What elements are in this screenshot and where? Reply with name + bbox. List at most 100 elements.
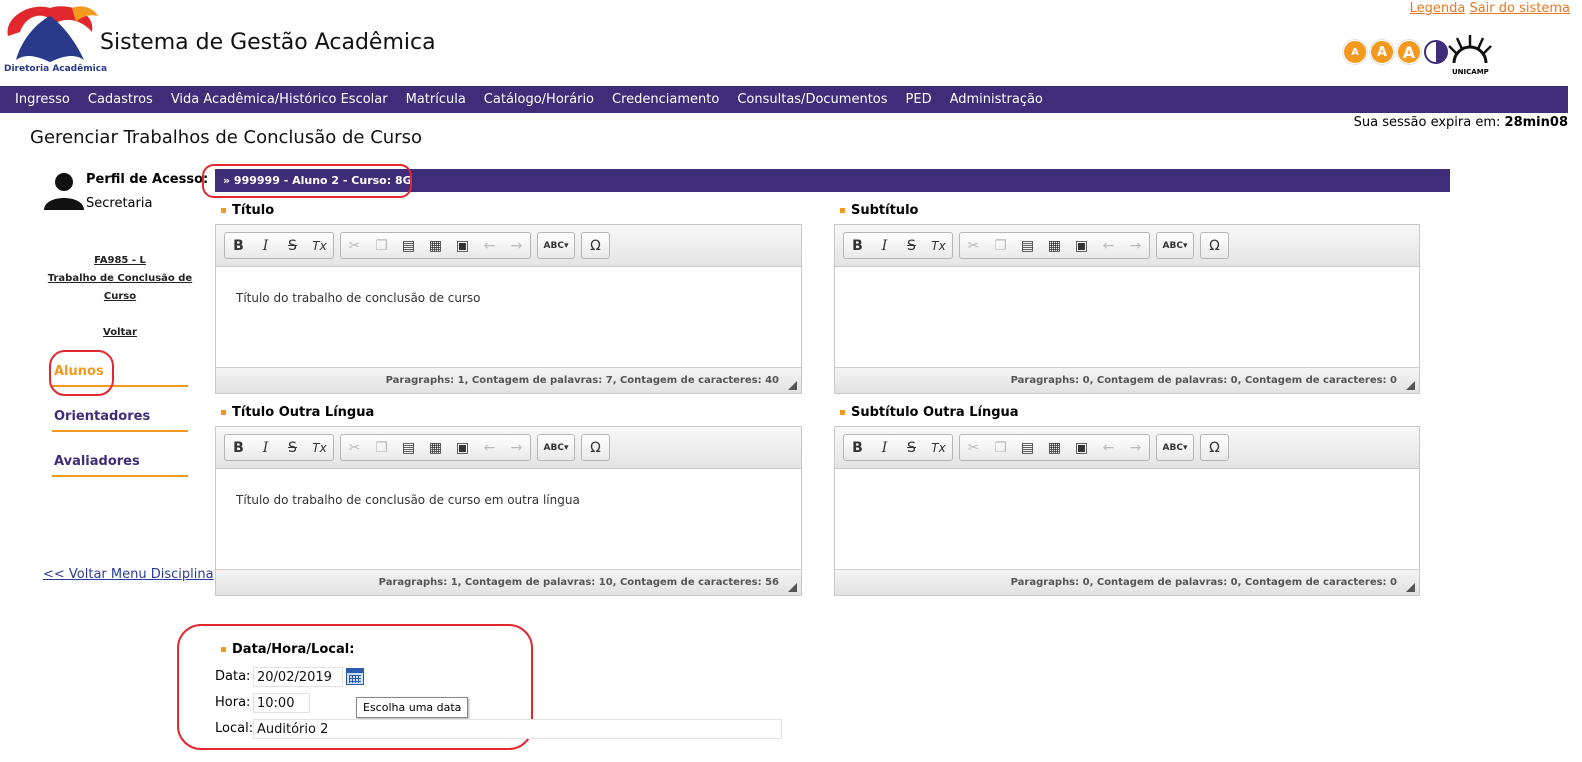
- resize-handle-icon[interactable]: [788, 381, 797, 390]
- session-timer: Sua sessão expira em: 28min08: [1354, 115, 1568, 130]
- paste-text-icon[interactable]: ▦: [1041, 435, 1068, 460]
- subtitulo-outra-label: Subtítulo Outra Língua: [840, 405, 1019, 420]
- calendar-icon[interactable]: [346, 668, 364, 685]
- sidebar-item-orientadores[interactable]: Orientadores: [52, 409, 188, 432]
- redo-icon[interactable]: →: [503, 435, 530, 460]
- subtitulo-content[interactable]: [835, 267, 1419, 367]
- spellcheck-button[interactable]: ABC▾: [538, 233, 574, 258]
- editor-toolbar: B I S Tx ✂ ❐ ▤ ▦ ▣ ← → ABC▾ Ω: [216, 225, 801, 267]
- cut-icon[interactable]: ✂: [960, 233, 987, 258]
- nav-credenciamento[interactable]: Credenciamento: [603, 92, 728, 107]
- paste-word-icon[interactable]: ▣: [1068, 435, 1095, 460]
- paste-word-icon[interactable]: ▣: [1068, 233, 1095, 258]
- clear-format-button[interactable]: Tx: [306, 435, 333, 460]
- bold-button[interactable]: B: [844, 233, 871, 258]
- strike-button[interactable]: S: [279, 233, 306, 258]
- strike-button[interactable]: S: [898, 435, 925, 460]
- strike-button[interactable]: S: [898, 233, 925, 258]
- legenda-link[interactable]: Legenda: [1410, 1, 1466, 16]
- titulo-outra-content[interactable]: Título do trabalho de conclusão de curso…: [216, 469, 801, 569]
- titulo-content[interactable]: Título do trabalho de conclusão de curso: [216, 267, 801, 367]
- italic-button[interactable]: I: [252, 435, 279, 460]
- paste-word-icon[interactable]: ▣: [449, 233, 476, 258]
- undo-icon[interactable]: ←: [1095, 435, 1122, 460]
- course-code-link[interactable]: FA985 - L: [42, 252, 198, 270]
- clear-format-button[interactable]: Tx: [306, 233, 333, 258]
- system-title: Sistema de Gestão Acadêmica: [100, 30, 436, 55]
- resize-handle-icon[interactable]: [1406, 381, 1415, 390]
- undo-icon[interactable]: ←: [1095, 233, 1122, 258]
- date-tooltip: Escolha uma data: [356, 697, 469, 718]
- resize-handle-icon[interactable]: [788, 583, 797, 592]
- bold-button[interactable]: B: [225, 435, 252, 460]
- copy-icon[interactable]: ❐: [368, 233, 395, 258]
- subtitulo-label: Subtítulo: [840, 203, 918, 218]
- redo-icon[interactable]: →: [1122, 435, 1149, 460]
- special-char-button[interactable]: Ω: [582, 435, 609, 460]
- spellcheck-button[interactable]: ABC▾: [1157, 233, 1193, 258]
- nav-matricula[interactable]: Matrícula: [397, 92, 475, 107]
- strike-button[interactable]: S: [279, 435, 306, 460]
- sair-link[interactable]: Sair do sistema: [1469, 1, 1570, 16]
- font-medium-button[interactable]: A: [1370, 40, 1394, 64]
- paste-icon[interactable]: ▤: [1014, 435, 1041, 460]
- perfil-value: Secretaria: [86, 196, 153, 211]
- unicamp-label: UNICAMP: [1452, 68, 1489, 76]
- special-char-button[interactable]: Ω: [582, 233, 609, 258]
- editor-toolbar: B I S Tx ✂ ❐ ▤ ▦ ▣ ← → ABC▾ Ω: [835, 225, 1419, 267]
- special-char-button[interactable]: Ω: [1201, 233, 1228, 258]
- italic-button[interactable]: I: [252, 233, 279, 258]
- paste-icon[interactable]: ▤: [1014, 233, 1041, 258]
- paste-text-icon[interactable]: ▦: [1041, 233, 1068, 258]
- nav-ped[interactable]: PED: [897, 92, 941, 107]
- special-char-button[interactable]: Ω: [1201, 435, 1228, 460]
- nav-consultas-documentos[interactable]: Consultas/Documentos: [728, 92, 896, 107]
- sidebar-item-avaliadores[interactable]: Avaliadores: [52, 454, 188, 477]
- nav-cadastros[interactable]: Cadastros: [79, 92, 162, 107]
- titulo-label: Título: [221, 203, 274, 218]
- paste-text-icon[interactable]: ▦: [422, 233, 449, 258]
- subtitulo-outra-content[interactable]: [835, 469, 1419, 569]
- paste-text-icon[interactable]: ▦: [422, 435, 449, 460]
- paste-icon[interactable]: ▤: [395, 435, 422, 460]
- bold-button[interactable]: B: [844, 435, 871, 460]
- top-links: Legenda Sair do sistema: [1410, 1, 1570, 16]
- font-large-button[interactable]: A: [1397, 40, 1421, 64]
- voltar-link[interactable]: Voltar: [42, 324, 198, 342]
- font-small-button[interactable]: A: [1343, 40, 1367, 64]
- spellcheck-button[interactable]: ABC▾: [1157, 435, 1193, 460]
- copy-icon[interactable]: ❐: [987, 233, 1014, 258]
- redo-icon[interactable]: →: [503, 233, 530, 258]
- cut-icon[interactable]: ✂: [341, 233, 368, 258]
- titulo-outra-label: Título Outra Língua: [221, 405, 374, 420]
- undo-icon[interactable]: ←: [476, 435, 503, 460]
- nav-catalogo-horario[interactable]: Catálogo/Horário: [475, 92, 603, 107]
- bold-button[interactable]: B: [225, 233, 252, 258]
- italic-button[interactable]: I: [871, 233, 898, 258]
- sidebar-item-alunos[interactable]: Alunos: [52, 364, 188, 387]
- editor-status: Paragraphs: 1, Contagem de palavras: 10,…: [216, 569, 801, 595]
- clear-format-button[interactable]: Tx: [925, 435, 952, 460]
- copy-icon[interactable]: ❐: [987, 435, 1014, 460]
- course-name-link[interactable]: Trabalho de Conclusão de Curso: [42, 270, 198, 306]
- contrast-toggle-icon[interactable]: [1424, 40, 1448, 64]
- spellcheck-button[interactable]: ABC▾: [538, 435, 574, 460]
- local-input[interactable]: [253, 719, 782, 739]
- cut-icon[interactable]: ✂: [341, 435, 368, 460]
- paste-icon[interactable]: ▤: [395, 233, 422, 258]
- italic-button[interactable]: I: [871, 435, 898, 460]
- copy-icon[interactable]: ❐: [368, 435, 395, 460]
- nav-administracao[interactable]: Administração: [941, 92, 1052, 107]
- nav-ingresso[interactable]: Ingresso: [6, 92, 79, 107]
- student-bar[interactable]: » 999999 - Aluno 2 - Curso: 8G: [215, 169, 1450, 192]
- paste-word-icon[interactable]: ▣: [449, 435, 476, 460]
- resize-handle-icon[interactable]: [1406, 583, 1415, 592]
- cut-icon[interactable]: ✂: [960, 435, 987, 460]
- nav-vida-academica[interactable]: Vida Acadêmica/Histórico Escolar: [162, 92, 397, 107]
- clear-format-button[interactable]: Tx: [925, 233, 952, 258]
- undo-icon[interactable]: ←: [476, 233, 503, 258]
- data-input[interactable]: [253, 667, 343, 687]
- redo-icon[interactable]: →: [1122, 233, 1149, 258]
- back-menu-link[interactable]: << Voltar Menu Disciplina: [43, 567, 214, 582]
- hora-input[interactable]: [253, 693, 310, 713]
